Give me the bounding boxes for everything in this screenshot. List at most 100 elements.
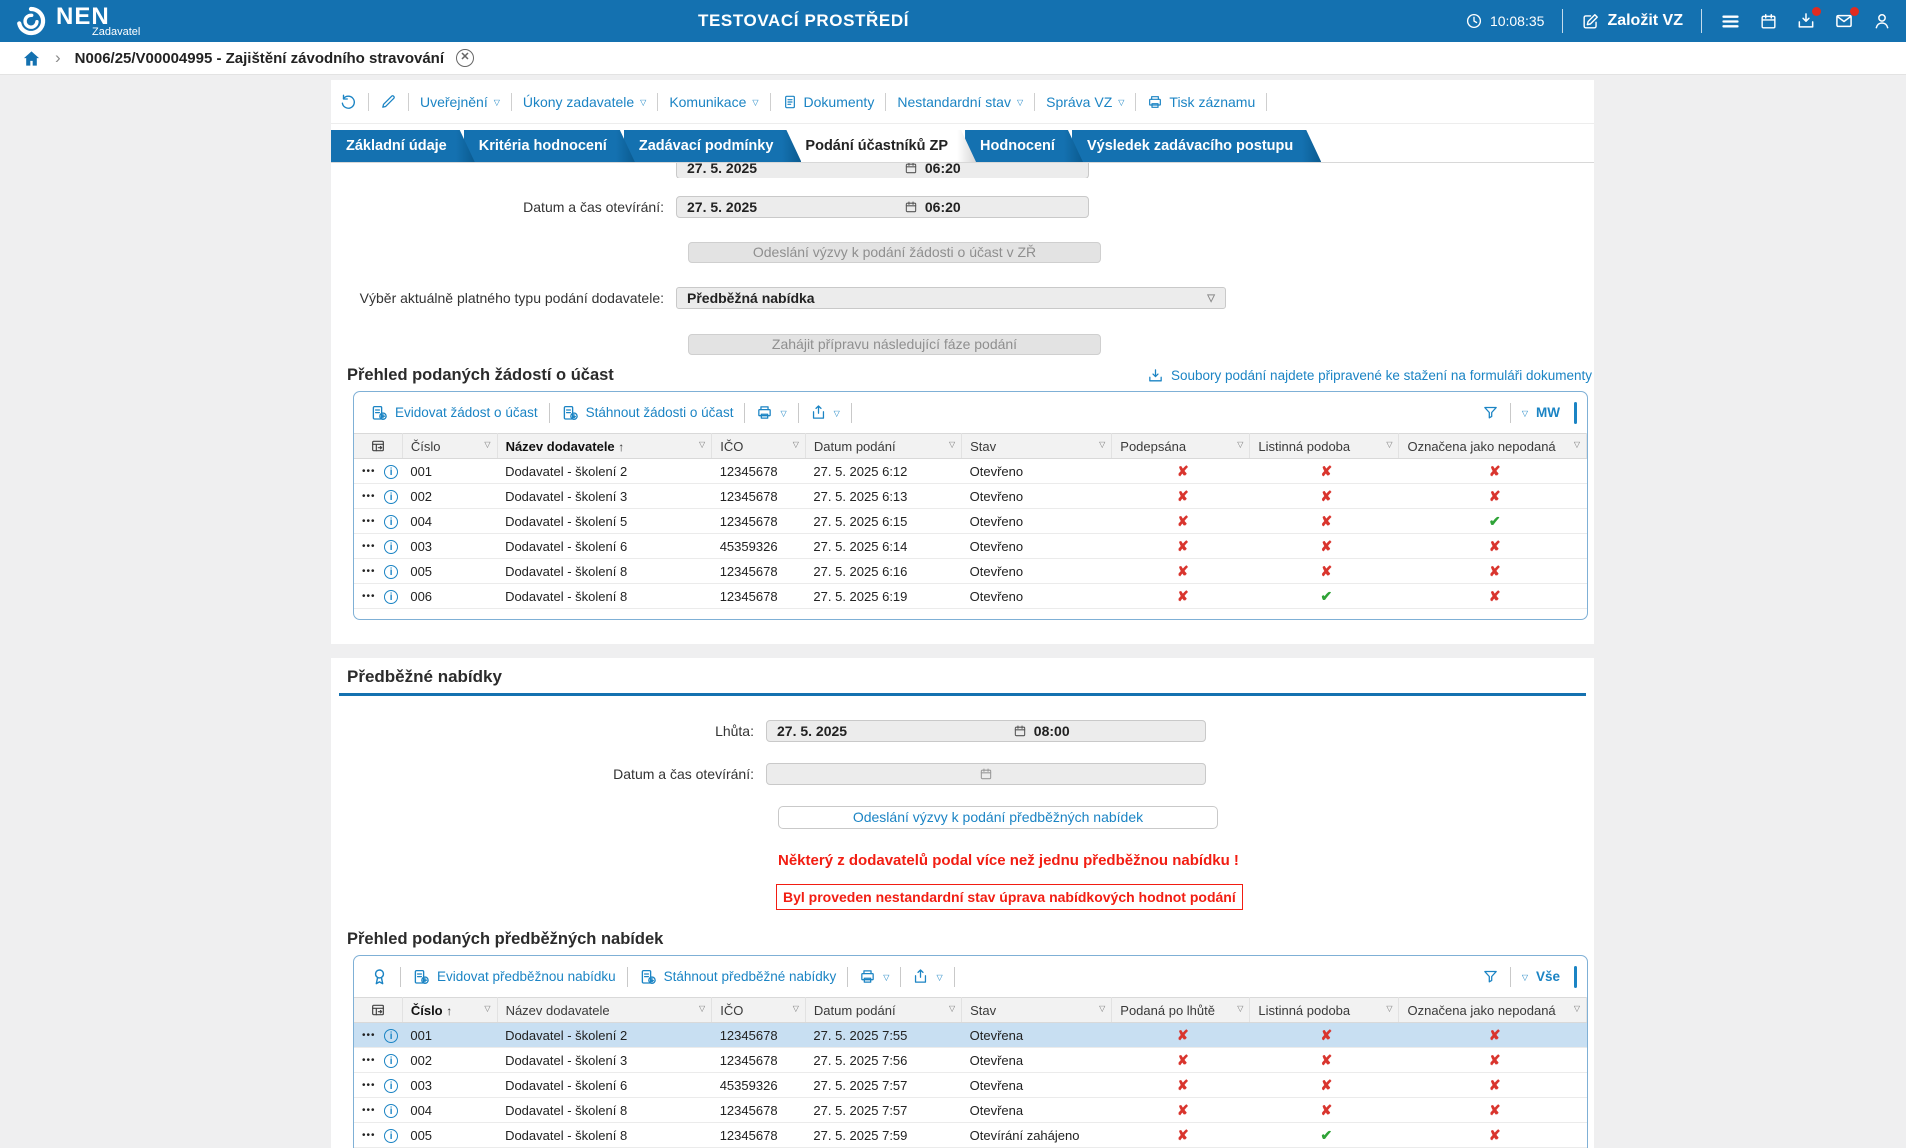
column-header[interactable]: Název dodavatele ▽ xyxy=(497,997,713,1023)
table-row[interactable]: ••• i 006 Dodavatel - školení 8 12345678 27. … xyxy=(354,583,1587,609)
column-filter-icon[interactable]: ▽ xyxy=(1237,1004,1243,1013)
view-selector[interactable]: Vše xyxy=(1536,969,1560,984)
table-row[interactable]: ••• i 002 Dodavatel - školení 3 12345678 27. … xyxy=(354,483,1587,509)
create-vz-button[interactable]: Založit VZ xyxy=(1581,12,1683,31)
tab-hodnoceni[interactable]: Hodnocení xyxy=(965,130,1083,162)
grid-settings-icon[interactable] xyxy=(354,433,403,459)
column-header[interactable]: Listinná podoba ▽ xyxy=(1249,997,1400,1023)
table-row[interactable]: ••• i 001 Dodavatel - školení 2 12345678 27. … xyxy=(354,1022,1587,1048)
row-info-button[interactable]: i xyxy=(376,533,403,559)
download-requests-button[interactable]: Stáhnout žádosti o účast xyxy=(561,404,733,422)
column-filter-icon[interactable]: ▽ xyxy=(1574,440,1580,449)
row-info-button[interactable]: i xyxy=(376,1122,403,1148)
nen-logo[interactable]: NEN Zadavatel xyxy=(14,4,140,38)
grid-scrollbar[interactable] xyxy=(1574,401,1577,424)
column-filter-icon[interactable]: ▽ xyxy=(484,440,490,449)
download-preliminary-button[interactable]: Stáhnout předběžné nabídky xyxy=(639,968,836,986)
column-filter-icon[interactable]: ▽ xyxy=(1099,440,1105,449)
tab-zadavaci-podminky[interactable]: Zadávací podmínky xyxy=(624,130,802,162)
column-filter-icon[interactable]: ▽ xyxy=(949,440,955,449)
row-menu-button[interactable]: ••• xyxy=(354,458,377,484)
column-header[interactable]: IČO ▽ xyxy=(711,433,806,459)
row-menu-button[interactable]: ••• xyxy=(354,533,377,559)
print-grid-button[interactable]: ▽ xyxy=(859,968,889,985)
next-phase-button[interactable]: Zahájit přípravu následující fáze podání xyxy=(688,334,1101,355)
row-info-button[interactable]: i xyxy=(376,1072,403,1098)
row-info-button[interactable]: i xyxy=(376,558,403,584)
table-row[interactable]: ••• i 004 Dodavatel - školení 5 12345678 27. … xyxy=(354,508,1587,534)
row-info-button[interactable]: i xyxy=(376,583,403,609)
column-filter-icon[interactable]: ▽ xyxy=(699,1004,705,1013)
opening-datetime-field[interactable]: 27. 5. 2025 06:20 xyxy=(676,196,1089,218)
row-menu-button[interactable]: ••• xyxy=(354,508,377,534)
menu-item-tisk-zaznamu[interactable]: Tisk záznamu xyxy=(1147,94,1255,110)
column-filter-icon[interactable]: ▽ xyxy=(1099,1004,1105,1013)
column-filter-icon[interactable]: ▽ xyxy=(1386,440,1392,449)
menu-item-nestandardni-stav[interactable]: Nestandardní stav ▽ xyxy=(897,94,1023,110)
deadline-field-clipped[interactable]: 27. 5. 2025 06:20 xyxy=(676,163,1089,178)
row-info-button[interactable]: i xyxy=(376,1047,403,1073)
column-header[interactable]: Listinná podoba ▽ xyxy=(1249,433,1400,459)
view-selector[interactable]: MW xyxy=(1536,405,1560,420)
column-header[interactable]: Označena jako nepodaná ▽ xyxy=(1398,997,1587,1023)
table-row[interactable]: ••• i 005 Dodavatel - školení 8 12345678 27. … xyxy=(354,1122,1587,1148)
row-info-button[interactable]: i xyxy=(376,1022,403,1048)
row-menu-button[interactable]: ••• xyxy=(354,583,377,609)
table-row[interactable]: ••• i 004 Dodavatel - školení 8 12345678 27. … xyxy=(354,1097,1587,1123)
home-button[interactable] xyxy=(22,49,41,68)
submission-type-select[interactable]: Předběžná nabídka ▽ xyxy=(676,287,1226,309)
column-filter-icon[interactable]: ▽ xyxy=(1237,440,1243,449)
tab-podani-ucastniku-zp[interactable]: Podání účastníků ZP xyxy=(790,130,976,162)
edit-record-button[interactable] xyxy=(380,93,397,110)
main-menu-button[interactable] xyxy=(1720,11,1741,32)
history-button[interactable] xyxy=(339,93,357,111)
menu-item-sprava-vz[interactable]: Správa VZ ▽ xyxy=(1046,94,1124,110)
breadcrumb-record[interactable]: N006/25/V00004995 - Zajištění závodního … xyxy=(75,50,444,67)
filter-button[interactable] xyxy=(1482,968,1499,985)
calendar-button[interactable] xyxy=(1759,12,1778,31)
column-header[interactable]: Stav ▽ xyxy=(961,997,1113,1023)
table-row[interactable]: ••• i 003 Dodavatel - školení 6 45359326 27. … xyxy=(354,533,1587,559)
table-row[interactable]: ••• i 005 Dodavatel - školení 8 12345678 27. … xyxy=(354,558,1587,584)
chevron-down-icon[interactable]: ▽ xyxy=(1522,409,1528,418)
column-header[interactable]: Datum podání ▽ xyxy=(805,433,963,459)
row-menu-button[interactable]: ••• xyxy=(354,558,377,584)
export-grid-button[interactable]: ▽ xyxy=(912,968,943,985)
row-menu-button[interactable]: ••• xyxy=(354,1072,377,1098)
close-record-icon[interactable]: ✕ xyxy=(456,49,475,67)
chevron-down-icon[interactable]: ▽ xyxy=(1522,973,1528,982)
column-filter-icon[interactable]: ▽ xyxy=(949,1004,955,1013)
column-header[interactable]: Číslo ▽ xyxy=(402,433,498,459)
column-header[interactable]: Číslo ↑ ▽ xyxy=(402,997,498,1023)
column-filter-icon[interactable]: ▽ xyxy=(1386,1004,1392,1013)
inbox-button[interactable] xyxy=(1796,7,1821,31)
column-filter-icon[interactable]: ▽ xyxy=(1574,1004,1580,1013)
row-menu-button[interactable]: ••• xyxy=(354,1122,377,1148)
calendar-icon[interactable] xyxy=(1013,724,1027,738)
send-preliminary-request-button[interactable]: Odeslání výzvy k podání předběžných nabí… xyxy=(778,806,1218,829)
filter-button[interactable] xyxy=(1482,404,1499,421)
calendar-icon[interactable] xyxy=(904,163,918,175)
evaluation-button[interactable] xyxy=(370,967,389,986)
grid-settings-icon[interactable] xyxy=(354,997,403,1023)
column-filter-icon[interactable]: ▽ xyxy=(699,440,705,449)
menu-item-ukony-zadavatele[interactable]: Úkony zadavatele ▽ xyxy=(523,94,646,110)
table-row[interactable]: ••• i 001 Dodavatel - školení 2 12345678 27. … xyxy=(354,458,1587,484)
tab-kriteria-hodnoceni[interactable]: Kritéria hodnocení xyxy=(464,130,635,162)
menu-item-dokumenty[interactable]: Dokumenty xyxy=(782,94,874,110)
column-header[interactable]: Podepsána ▽ xyxy=(1111,433,1251,459)
row-info-button[interactable]: i xyxy=(376,458,403,484)
column-header[interactable]: Datum podání ▽ xyxy=(805,997,963,1023)
column-header[interactable]: Název dodavatele ↑ ▽ xyxy=(497,433,713,459)
row-info-button[interactable]: i xyxy=(376,483,403,509)
messages-button[interactable] xyxy=(1834,7,1859,31)
tab-vysledek[interactable]: Výsledek zadávacího postupu xyxy=(1072,130,1321,162)
column-filter-icon[interactable]: ▽ xyxy=(484,1004,490,1013)
export-grid-button[interactable]: ▽ xyxy=(810,404,840,421)
deadline-field[interactable]: 27. 5. 2025 08:00 xyxy=(766,720,1206,742)
tab-zakladni-udaje[interactable]: Základní údaje xyxy=(331,130,475,162)
column-header[interactable]: IČO ▽ xyxy=(711,997,806,1023)
column-header[interactable]: Podaná po lhůtě ▽ xyxy=(1111,997,1251,1023)
menu-item-komunikace[interactable]: Komunikace ▽ xyxy=(669,94,758,110)
column-filter-icon[interactable]: ▽ xyxy=(793,440,799,449)
